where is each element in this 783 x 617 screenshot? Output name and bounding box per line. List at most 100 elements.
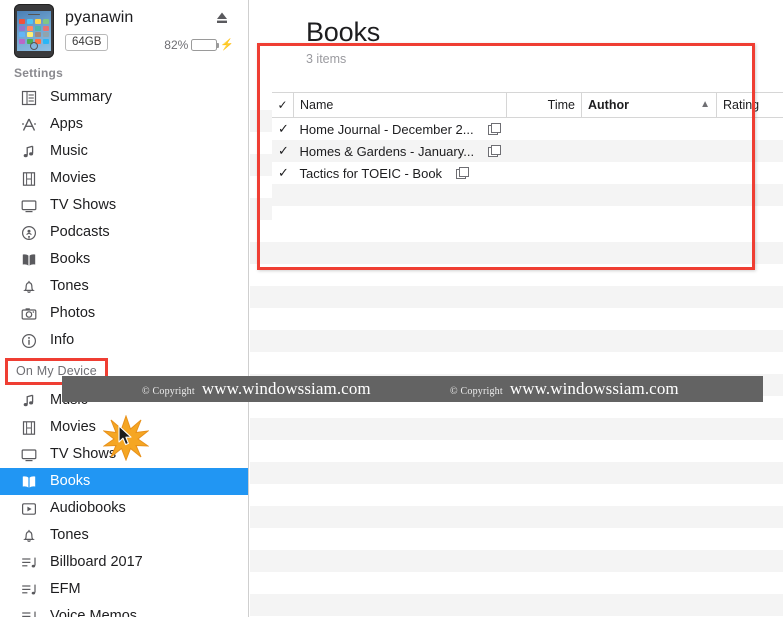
watermark-left: © Copyright www.windowssiam.com bbox=[142, 379, 371, 399]
books-table-body: ✓ Home Journal - December 2... ✓ Homes & Ga… bbox=[272, 117, 783, 229]
sidebar-item-label: Voice Memos bbox=[50, 608, 138, 617]
sidebar-item-tones[interactable]: Tones bbox=[0, 273, 248, 300]
row-time bbox=[506, 162, 582, 185]
sidebar-section-settings: Settings bbox=[14, 66, 63, 80]
device-name: pyanawin bbox=[65, 9, 134, 26]
books-table: ✓ Name Time Author ▲ Rating ✓ Home Journal… bbox=[272, 92, 783, 229]
sidebar-item-voice-memos[interactable]: Voice Memos bbox=[0, 603, 248, 617]
documents-icon bbox=[456, 167, 470, 180]
table-row[interactable]: ✓ Home Journal - December 2... bbox=[272, 117, 783, 141]
playlist-icon bbox=[18, 553, 39, 573]
documents-icon bbox=[487, 123, 501, 136]
name-column-header[interactable]: Name bbox=[293, 92, 507, 119]
row-author bbox=[581, 140, 717, 163]
row-checkbox[interactable]: ✓ bbox=[272, 162, 294, 185]
apps-icon bbox=[18, 115, 39, 135]
sidebar-item-label: Tones bbox=[50, 278, 89, 295]
page-header: Books 3 items bbox=[250, 0, 783, 67]
sidebar-item-apps[interactable]: Apps bbox=[0, 111, 248, 138]
music-note-icon bbox=[18, 142, 39, 162]
tv-icon bbox=[18, 196, 39, 216]
sidebar-item-podcasts[interactable]: Podcasts bbox=[0, 219, 248, 246]
checkbox-column-header[interactable]: ✓ bbox=[272, 92, 294, 119]
sidebar-item-label: Info bbox=[50, 332, 75, 349]
book-icon bbox=[18, 472, 39, 492]
sidebar-item-label: Movies bbox=[50, 419, 96, 436]
device-header: pyanawin 64GB 82% ⚡ bbox=[0, 0, 248, 60]
documents-icon bbox=[488, 145, 502, 158]
table-row[interactable]: ✓ Tactics for TOEIC - Book bbox=[272, 162, 783, 185]
row-checkbox[interactable]: ✓ bbox=[272, 117, 294, 141]
books-content: Books 3 items ✓ Name Time Author ▲ Rating… bbox=[250, 0, 783, 229]
sidebar-item-label: Books bbox=[50, 251, 91, 268]
row-name: Home Journal - December 2... bbox=[299, 121, 474, 137]
book-icon bbox=[18, 250, 39, 270]
sidebar-item-audiobooks[interactable]: Audiobooks bbox=[0, 495, 248, 522]
row-checkbox[interactable]: ✓ bbox=[272, 140, 294, 163]
row-author bbox=[581, 162, 717, 185]
sidebar-item-summary[interactable]: Summary bbox=[0, 84, 248, 111]
sidebar-item-photos[interactable]: Photos bbox=[0, 300, 248, 327]
sidebar-item-label: Movies bbox=[50, 170, 96, 187]
summary-icon bbox=[18, 88, 39, 108]
row-time bbox=[506, 117, 582, 141]
row-name: Homes & Gardens - January... bbox=[299, 143, 475, 159]
podcast-icon bbox=[18, 223, 39, 243]
arrow-cursor bbox=[118, 425, 134, 447]
watermark-copyright: © Copyright bbox=[450, 386, 503, 397]
row-name: Tactics for TOEIC - Book bbox=[299, 165, 443, 181]
row-author bbox=[581, 117, 717, 141]
battery-percent: 82% bbox=[164, 38, 189, 52]
sort-ascending-icon: ▲ bbox=[700, 98, 710, 110]
main-content-panel: Books 3 items ✓ Name Time Author ▲ Rating… bbox=[250, 0, 783, 617]
settings-nav-list: Summary Apps Music Movies TV Shows Podcasts Bo… bbox=[0, 84, 248, 354]
tv-icon bbox=[18, 445, 39, 465]
sidebar-item-label: Photos bbox=[50, 305, 96, 322]
sidebar-item-efm[interactable]: EFM bbox=[0, 576, 248, 603]
item-count: 3 items bbox=[306, 52, 347, 67]
sidebar-item-tones[interactable]: Tones bbox=[0, 522, 248, 549]
sidebar-item-music[interactable]: Music bbox=[0, 138, 248, 165]
device-sidebar: pyanawin 64GB 82% ⚡ Settings Summary Apps… bbox=[0, 0, 249, 617]
watermark-url: www.windowssiam.com bbox=[201, 379, 371, 398]
sidebar-item-label: Summary bbox=[50, 89, 113, 106]
eject-icon[interactable] bbox=[214, 10, 230, 26]
sidebar-item-label: Apps bbox=[50, 116, 84, 133]
sidebar-item-label: Books bbox=[50, 473, 91, 490]
sidebar-item-tv-shows[interactable]: TV Shows bbox=[0, 192, 248, 219]
sidebar-item-books[interactable]: Books bbox=[0, 468, 248, 495]
watermark-copyright: © Copyright bbox=[142, 386, 195, 397]
bell-icon bbox=[18, 277, 39, 297]
row-time bbox=[506, 140, 582, 163]
sidebar-item-books[interactable]: Books bbox=[0, 246, 248, 273]
table-header-row: ✓ Name Time Author ▲ Rating bbox=[272, 92, 783, 119]
charging-bolt-icon: ⚡ bbox=[220, 38, 234, 51]
sidebar-item-label: Audiobooks bbox=[50, 500, 126, 517]
row-name-cell: Tactics for TOEIC - Book bbox=[293, 162, 507, 185]
bell-icon bbox=[18, 526, 39, 546]
film-icon bbox=[18, 418, 39, 438]
table-empty-row bbox=[272, 206, 783, 229]
rating-column-header[interactable]: Rating bbox=[716, 92, 783, 119]
row-rating bbox=[716, 162, 783, 185]
film-icon bbox=[18, 169, 39, 189]
battery-icon bbox=[191, 39, 220, 51]
table-empty-row bbox=[272, 184, 783, 207]
row-name-cell: Home Journal - December 2... bbox=[293, 117, 507, 141]
row-rating bbox=[716, 140, 783, 163]
sidebar-item-info[interactable]: Info bbox=[0, 327, 248, 354]
table-row[interactable]: ✓ Homes & Gardens - January... bbox=[272, 140, 783, 163]
watermark-url: www.windowssiam.com bbox=[509, 379, 679, 398]
camera-icon bbox=[18, 304, 39, 324]
sidebar-item-billboard-2017[interactable]: Billboard 2017 bbox=[0, 549, 248, 576]
device-capacity-badge: 64GB bbox=[65, 34, 109, 51]
watermark-right: © Copyright www.windowssiam.com bbox=[450, 379, 679, 399]
iphone-icon bbox=[14, 4, 54, 58]
author-column-header[interactable]: Author ▲ bbox=[581, 92, 717, 119]
page-title: Books bbox=[306, 17, 381, 47]
playlist-icon bbox=[18, 580, 39, 600]
sidebar-item-movies[interactable]: Movies bbox=[0, 165, 248, 192]
sidebar-item-label: EFM bbox=[50, 581, 81, 598]
row-name-cell: Homes & Gardens - January... bbox=[293, 140, 507, 163]
time-column-header[interactable]: Time bbox=[506, 92, 582, 119]
